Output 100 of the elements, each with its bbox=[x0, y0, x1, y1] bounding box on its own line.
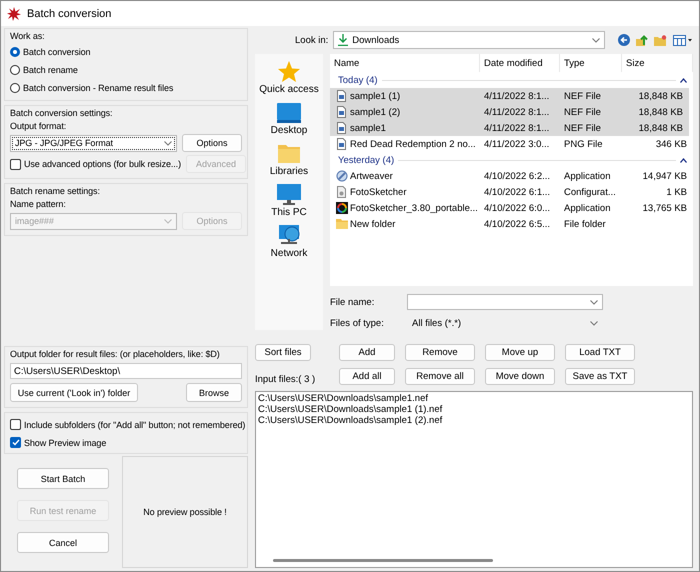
colorful-app-icon bbox=[336, 202, 348, 214]
file-row[interactable]: FotoSketcher_3.80_portable... 4/10/2022 6:0... Application 13,765 KB bbox=[330, 200, 693, 216]
file-name: sample1 (1) bbox=[350, 90, 400, 102]
desktop-icon bbox=[277, 101, 301, 124]
checkbox-label: Use advanced options (for bulk resize...) bbox=[24, 159, 181, 169]
file-row[interactable]: New folder 4/10/2022 6:5... File folder bbox=[330, 216, 693, 232]
file-row[interactable]: sample1 4/11/2022 8:1... NEF File 18,848 KB bbox=[330, 120, 689, 136]
checkmark-icon bbox=[12, 439, 20, 446]
list-button[interactable]: Remove bbox=[405, 344, 475, 361]
place-item[interactable]: Quick access bbox=[259, 60, 319, 95]
list-button[interactable]: Remove all bbox=[405, 368, 475, 385]
options-button[interactable]: Options bbox=[182, 134, 242, 152]
field-label: File name: bbox=[330, 296, 376, 308]
window-title: Batch conversion bbox=[27, 8, 112, 20]
file-icon bbox=[336, 90, 348, 102]
file-size: 14,947 KB bbox=[642, 170, 688, 182]
use-folder-button[interactable]: Use current ('Look in') folder bbox=[10, 383, 138, 402]
network-icon bbox=[277, 224, 301, 247]
checkbox-label: Show Preview image bbox=[24, 438, 106, 448]
file-size: 18,848 KB bbox=[638, 106, 684, 118]
file-path[interactable]: C:\Users\USER\Downloads\sample1.nef bbox=[258, 393, 690, 404]
back-icon[interactable] bbox=[618, 34, 630, 46]
action-button[interactable]: Start Batch bbox=[17, 468, 109, 489]
brush-app-icon bbox=[336, 170, 348, 182]
file-type: File folder bbox=[563, 218, 607, 230]
radio-button[interactable] bbox=[10, 64, 20, 74]
field-label: Output folder for result files: (or placeholders, like: $D) bbox=[10, 349, 221, 359]
file-type: PNG File bbox=[563, 138, 604, 150]
file-name: sample1 (2) bbox=[350, 106, 400, 118]
folder-icon bbox=[336, 218, 348, 230]
scrollbar[interactable] bbox=[273, 559, 493, 562]
file-row[interactable]: sample1 (2) 4/11/2022 8:1... NEF File 18,848 KB bbox=[330, 104, 689, 120]
list-button[interactable]: Save as TXT bbox=[565, 368, 635, 385]
file-name-field[interactable] bbox=[407, 294, 603, 310]
place-item[interactable]: Libraries bbox=[270, 142, 308, 177]
splat-icon bbox=[7, 6, 21, 20]
column-header[interactable]: Name bbox=[330, 54, 480, 72]
file-path[interactable]: C:\Users\USER\Downloads\sample1 (1).nef bbox=[258, 404, 690, 415]
file-icon bbox=[336, 106, 348, 118]
action-button[interactable]: Cancel bbox=[17, 532, 109, 553]
radio-label: Batch rename bbox=[23, 64, 78, 74]
file-row[interactable]: Artweaver 4/10/2022 6:2... Application 14,947 KB bbox=[330, 168, 693, 184]
checkbox[interactable] bbox=[10, 158, 21, 170]
monitor-icon bbox=[277, 183, 301, 206]
radio-label: Batch conversion - Rename result files bbox=[23, 82, 174, 92]
list-button[interactable]: Move down bbox=[485, 368, 555, 385]
place-item[interactable]: This PC bbox=[271, 183, 307, 218]
file-path[interactable]: C:\Users\USER\Downloads\sample1 (2).nef bbox=[258, 415, 690, 426]
view-menu-icon[interactable] bbox=[673, 34, 693, 46]
folder-icon bbox=[276, 142, 301, 165]
file-row[interactable]: sample1 (1) 4/11/2022 8:1... NEF File 18,848 KB bbox=[330, 88, 689, 104]
chevron-down-icon bbox=[164, 140, 172, 146]
file-row[interactable]: FotoSketcher 4/10/2022 6:1... Configurat... 1 KB bbox=[330, 184, 693, 200]
list-button[interactable]: Add bbox=[339, 344, 395, 361]
place-item[interactable]: Network bbox=[270, 224, 308, 259]
group-title: Batch rename settings: bbox=[10, 186, 101, 196]
checkbox[interactable] bbox=[10, 419, 21, 430]
checkbox[interactable] bbox=[10, 437, 21, 448]
chevron-up-icon bbox=[680, 78, 687, 82]
star-icon bbox=[277, 60, 301, 83]
file-name: sample1 bbox=[350, 122, 386, 134]
column-header[interactable]: Date modified bbox=[480, 54, 560, 72]
file-date: 4/11/2022 8:1... bbox=[483, 90, 550, 102]
radio-label: Batch conversion bbox=[23, 46, 90, 56]
preview-message: No preview possible ! bbox=[143, 507, 227, 517]
format-dropdown[interactable]: JPG - JPG/JPEG Format bbox=[10, 134, 177, 152]
group-header[interactable]: Yesterday (4) bbox=[330, 152, 693, 168]
input-files-label: Input files:( 3 ) bbox=[255, 374, 316, 385]
file-icon bbox=[336, 138, 348, 150]
group-header[interactable]: Today (4) bbox=[330, 72, 693, 88]
chevron-down-icon bbox=[590, 300, 598, 304]
file-size: 346 KB bbox=[654, 138, 688, 150]
new-folder-icon[interactable] bbox=[654, 34, 667, 46]
list-button[interactable]: Load TXT bbox=[565, 344, 635, 361]
radio-button[interactable] bbox=[10, 82, 20, 92]
column-header[interactable]: Type bbox=[560, 54, 622, 72]
file-name: New folder bbox=[350, 218, 396, 230]
file-row[interactable]: Red Dead Redemption 2 no... 4/11/2022 3:0... PNG File 346 KB bbox=[330, 136, 693, 152]
checkbox-label: Include subfolders (for "Add all" button; not remembered) bbox=[24, 420, 246, 430]
radio-button[interactable] bbox=[10, 46, 20, 56]
file-type: NEF File bbox=[563, 90, 602, 102]
settings-file-icon bbox=[336, 186, 348, 198]
browse-button[interactable]: Browse bbox=[186, 383, 242, 402]
place-item[interactable]: Desktop bbox=[270, 101, 308, 136]
file-name: Artweaver bbox=[350, 170, 393, 182]
file-name: Red Dead Redemption 2 no... bbox=[350, 138, 476, 150]
file-date: 4/10/2022 6:2... bbox=[483, 170, 552, 182]
field-label: Output format: bbox=[10, 121, 68, 131]
field-label: Look in: bbox=[295, 34, 328, 46]
location-dropdown[interactable]: Downloads bbox=[333, 31, 605, 49]
file-date: 4/10/2022 6:5... bbox=[483, 218, 552, 230]
folder-input-field[interactable]: C:\Users\USER\Desktop\ bbox=[10, 363, 242, 379]
download-icon bbox=[338, 34, 348, 46]
list-button[interactable]: Add all bbox=[339, 368, 395, 385]
list-button[interactable]: Move up bbox=[485, 344, 555, 361]
up-folder-icon[interactable] bbox=[636, 34, 648, 46]
column-header[interactable]: Size bbox=[622, 54, 693, 72]
sort-button[interactable]: Sort files bbox=[255, 344, 311, 361]
file-size: 13,765 KB bbox=[642, 202, 688, 214]
chevron-down-icon bbox=[590, 320, 598, 326]
